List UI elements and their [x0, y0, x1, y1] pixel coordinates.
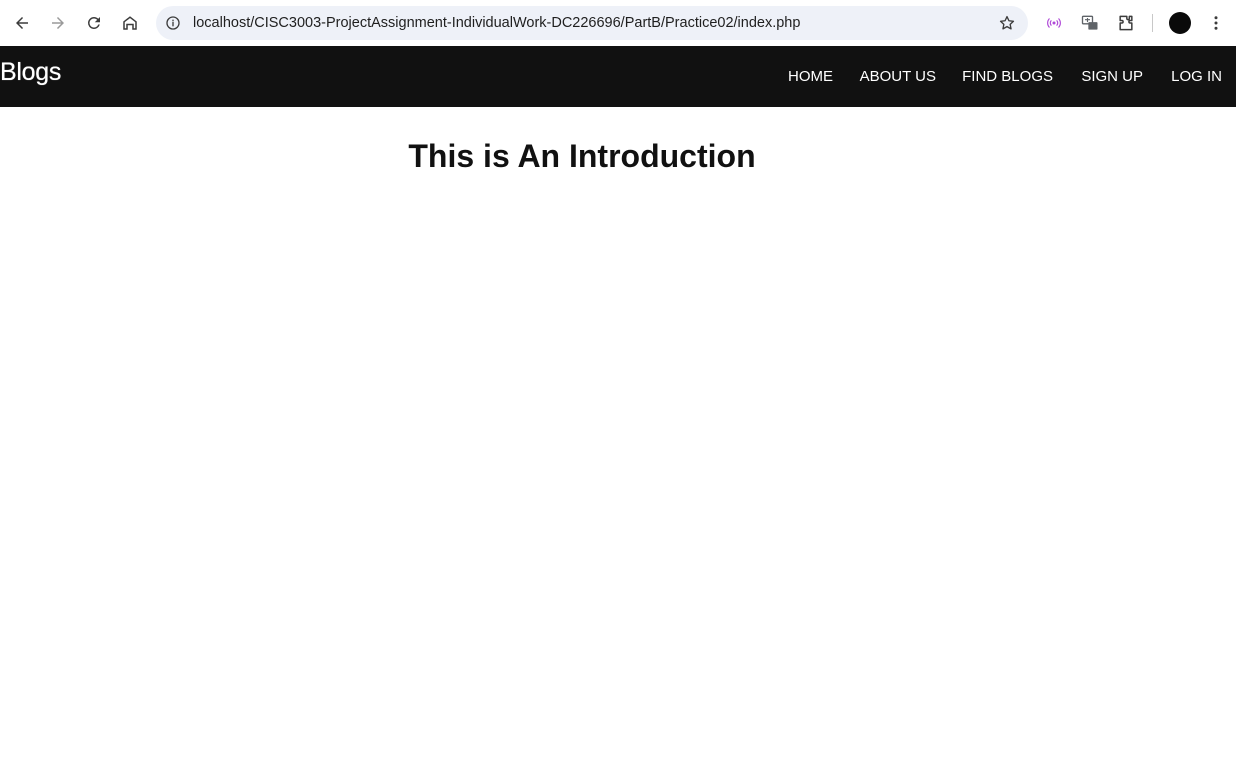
url-text[interactable]: localhost/CISC3003-ProjectAssignment-Ind… [193, 6, 800, 40]
arrow-left-icon [16, 17, 28, 29]
nav-about-us[interactable]: ABOUT US [860, 68, 936, 85]
star-icon[interactable] [998, 14, 1016, 32]
nav-sign-up[interactable]: SIGN UP [1081, 68, 1143, 85]
browser-toolbar: localhost/CISC3003-ProjectAssignment-Ind… [0, 0, 1236, 46]
address-bar[interactable]: localhost/CISC3003-ProjectAssignment-Ind… [156, 6, 1028, 40]
nav-home[interactable]: HOME [788, 68, 833, 85]
brand-logo[interactable]: Blogs [0, 58, 61, 87]
kebab-menu-icon[interactable] [1205, 12, 1227, 34]
reload-icon [87, 16, 100, 29]
home-icon [123, 16, 137, 30]
arrow-right-icon [52, 17, 64, 29]
home-button[interactable] [118, 11, 142, 35]
back-button[interactable] [10, 11, 34, 35]
page-title: This is An Introduction [408, 138, 756, 174]
info-icon[interactable] [164, 14, 182, 32]
toolbar-divider [1152, 14, 1153, 32]
broadcast-icon[interactable] [1043, 12, 1065, 34]
translate-icon[interactable] [1079, 12, 1101, 34]
puzzle-icon[interactable] [1115, 12, 1137, 34]
forward-button[interactable] [46, 11, 70, 35]
nav-find-blogs[interactable]: FIND BLOGS [962, 68, 1053, 85]
nav-log-in[interactable]: LOG IN [1171, 68, 1222, 85]
site-header: Blogs HOME ABOUT US FIND BLOGS SIGN UP L… [0, 46, 1236, 107]
avatar[interactable] [1169, 12, 1191, 34]
reload-button[interactable] [82, 11, 106, 35]
